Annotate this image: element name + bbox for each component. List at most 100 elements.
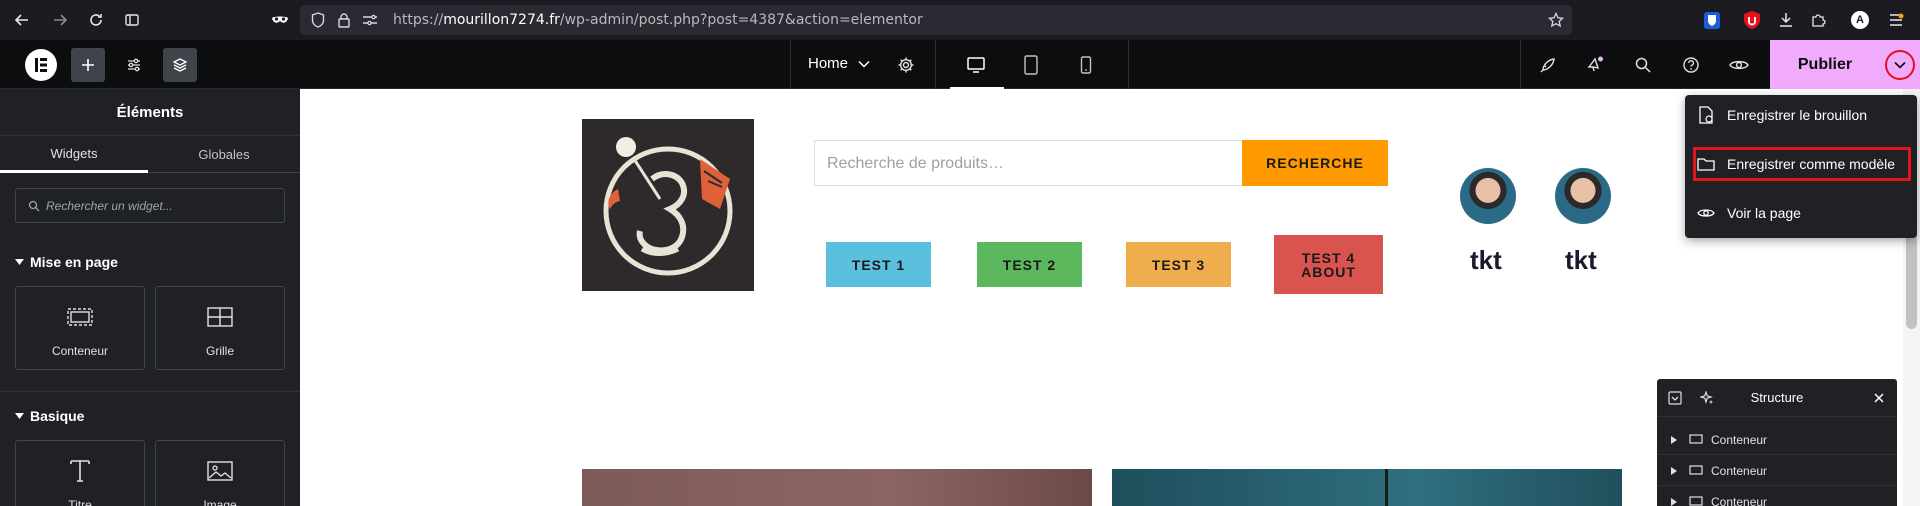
draft-icon [1685, 106, 1727, 124]
widget-search-field[interactable] [15, 188, 285, 223]
highlight-box [1693, 147, 1911, 181]
hero-image-left[interactable] [582, 469, 1092, 506]
add-element-icon[interactable] [71, 48, 105, 82]
structure-row-container[interactable]: Conteneur [1657, 456, 1897, 486]
menu-item-save-draft[interactable]: Enregistrer le brouillon [1685, 95, 1917, 135]
section-layout-toggle[interactable]: Mise en page [15, 254, 118, 270]
section-basic-toggle[interactable]: Basique [15, 408, 84, 424]
menu-item-view-page[interactable]: Voir la page [1685, 193, 1917, 233]
collapse-all-icon[interactable] [1667, 390, 1683, 406]
product-search-input[interactable] [827, 154, 1227, 174]
bitwarden-icon[interactable] [1702, 10, 1722, 30]
preview-eye-icon[interactable] [1722, 48, 1756, 82]
container-icon [1689, 495, 1703, 506]
structure-layers-icon[interactable] [163, 48, 197, 82]
search-button[interactable]: RECHERCHE [1242, 140, 1388, 186]
structure-row-label: Conteneur [1711, 463, 1768, 478]
widget-image[interactable]: Image [155, 440, 285, 506]
app-menu-icon[interactable] [1886, 10, 1906, 30]
elements-panel: Éléments Widgets Globales Mise en page C… [0, 89, 300, 506]
account-avatar-icon[interactable]: A [1850, 10, 1870, 30]
browser-toolbar: https://mourillon7274.fr/wp-admin/post.p… [0, 0, 1920, 40]
product-search-field[interactable] [814, 140, 1244, 186]
caret-right-icon[interactable] [1671, 495, 1677, 506]
divider [1128, 40, 1129, 89]
structure-row-label: Conteneur [1711, 432, 1768, 447]
help-icon[interactable] [1674, 48, 1708, 82]
structure-row-container[interactable]: Conteneur [1657, 487, 1897, 506]
caret-down-icon [15, 412, 24, 419]
caret-right-icon[interactable] [1671, 464, 1677, 478]
image-icon [156, 459, 284, 483]
sidebar-toggle-icon[interactable] [118, 6, 146, 34]
section-layout-title: Mise en page [30, 254, 118, 270]
shield-icon[interactable] [308, 10, 328, 30]
panel-title: Éléments [0, 89, 300, 136]
elementor-top-bar: Home Publier [0, 40, 1920, 89]
title-icon [16, 459, 144, 483]
nav-button-test-2[interactable]: TEST 2 [977, 242, 1082, 287]
search-icon [27, 199, 41, 213]
eye-icon [1685, 207, 1727, 219]
divider [1520, 40, 1521, 89]
site-permissions-icon[interactable] [360, 10, 380, 30]
publish-button[interactable]: Publier [1770, 40, 1880, 89]
rocket-icon[interactable] [1531, 48, 1565, 82]
widget-search-input[interactable] [46, 197, 276, 215]
extensions-puzzle-icon[interactable] [1808, 10, 1828, 30]
download-icon[interactable] [1776, 10, 1796, 30]
ai-sparkle-icon[interactable] [1699, 390, 1715, 406]
lock-icon[interactable] [334, 10, 354, 30]
back-arrow-icon[interactable] [8, 6, 36, 34]
avatar[interactable] [1460, 168, 1516, 224]
divider [935, 40, 936, 89]
section-basic-title: Basique [30, 408, 85, 424]
chevron-down-icon [858, 55, 870, 72]
close-icon[interactable] [1871, 390, 1887, 406]
widget-title[interactable]: Titre [15, 440, 145, 506]
widget-label: Conteneur [51, 344, 109, 358]
hero-image-right[interactable] [1112, 469, 1622, 506]
structure-panel: Structure Conteneur Conteneur Conteneur [1657, 379, 1897, 506]
mobile-icon[interactable] [1069, 48, 1103, 82]
elementor-logo-icon[interactable] [25, 49, 57, 81]
nav-button-test-1[interactable]: TEST 1 [826, 242, 931, 287]
tab-widgets[interactable]: Widgets [0, 136, 148, 173]
reload-icon[interactable] [82, 6, 110, 34]
avatar-label: tkt [1470, 245, 1502, 275]
menu-item-label: Voir la page [1727, 205, 1801, 221]
publish-options-button[interactable] [1880, 40, 1920, 89]
widget-label: Titre [68, 498, 92, 506]
desktop-icon[interactable] [959, 48, 993, 82]
bookmark-star-icon[interactable] [1546, 10, 1566, 30]
caret-down-icon [15, 258, 24, 265]
ublock-icon[interactable] [1742, 10, 1762, 30]
widget-grid[interactable]: Grille [155, 286, 285, 370]
page-name: Home [808, 55, 849, 72]
widget-label: Image [203, 498, 237, 506]
grid-icon [156, 305, 284, 329]
page-settings-gear-icon[interactable] [889, 48, 923, 82]
avatar[interactable] [1555, 168, 1611, 224]
structure-row-container[interactable]: Conteneur [1657, 425, 1897, 455]
structure-header: Structure [1657, 379, 1897, 417]
search-icon[interactable] [1626, 48, 1660, 82]
nav-button-test-3[interactable]: TEST 3 [1126, 242, 1231, 287]
tablet-icon[interactable] [1014, 48, 1048, 82]
site-settings-sliders-icon[interactable] [117, 48, 151, 82]
page-selector[interactable]: Home [808, 55, 870, 72]
whats-new-icon[interactable] [1578, 48, 1612, 82]
url-text[interactable]: https://mourillon7274.fr/wp-admin/post.p… [393, 12, 923, 28]
hero-line-decor [1385, 469, 1388, 506]
avatar-label: tkt [1565, 245, 1597, 275]
address-bar[interactable]: https://mourillon7274.fr/wp-admin/post.p… [300, 5, 1572, 35]
dragon-logo-image[interactable] [582, 119, 754, 291]
private-mask-icon [266, 6, 294, 34]
structure-title: Structure [1750, 390, 1804, 405]
nav-button-test-4-about[interactable]: TEST 4 ABOUT [1274, 235, 1383, 294]
widget-container[interactable]: Conteneur [15, 286, 145, 370]
forward-arrow-icon[interactable] [46, 6, 74, 34]
container-icon [16, 305, 144, 329]
tab-globals[interactable]: Globales [148, 136, 300, 173]
caret-right-icon[interactable] [1671, 433, 1677, 447]
